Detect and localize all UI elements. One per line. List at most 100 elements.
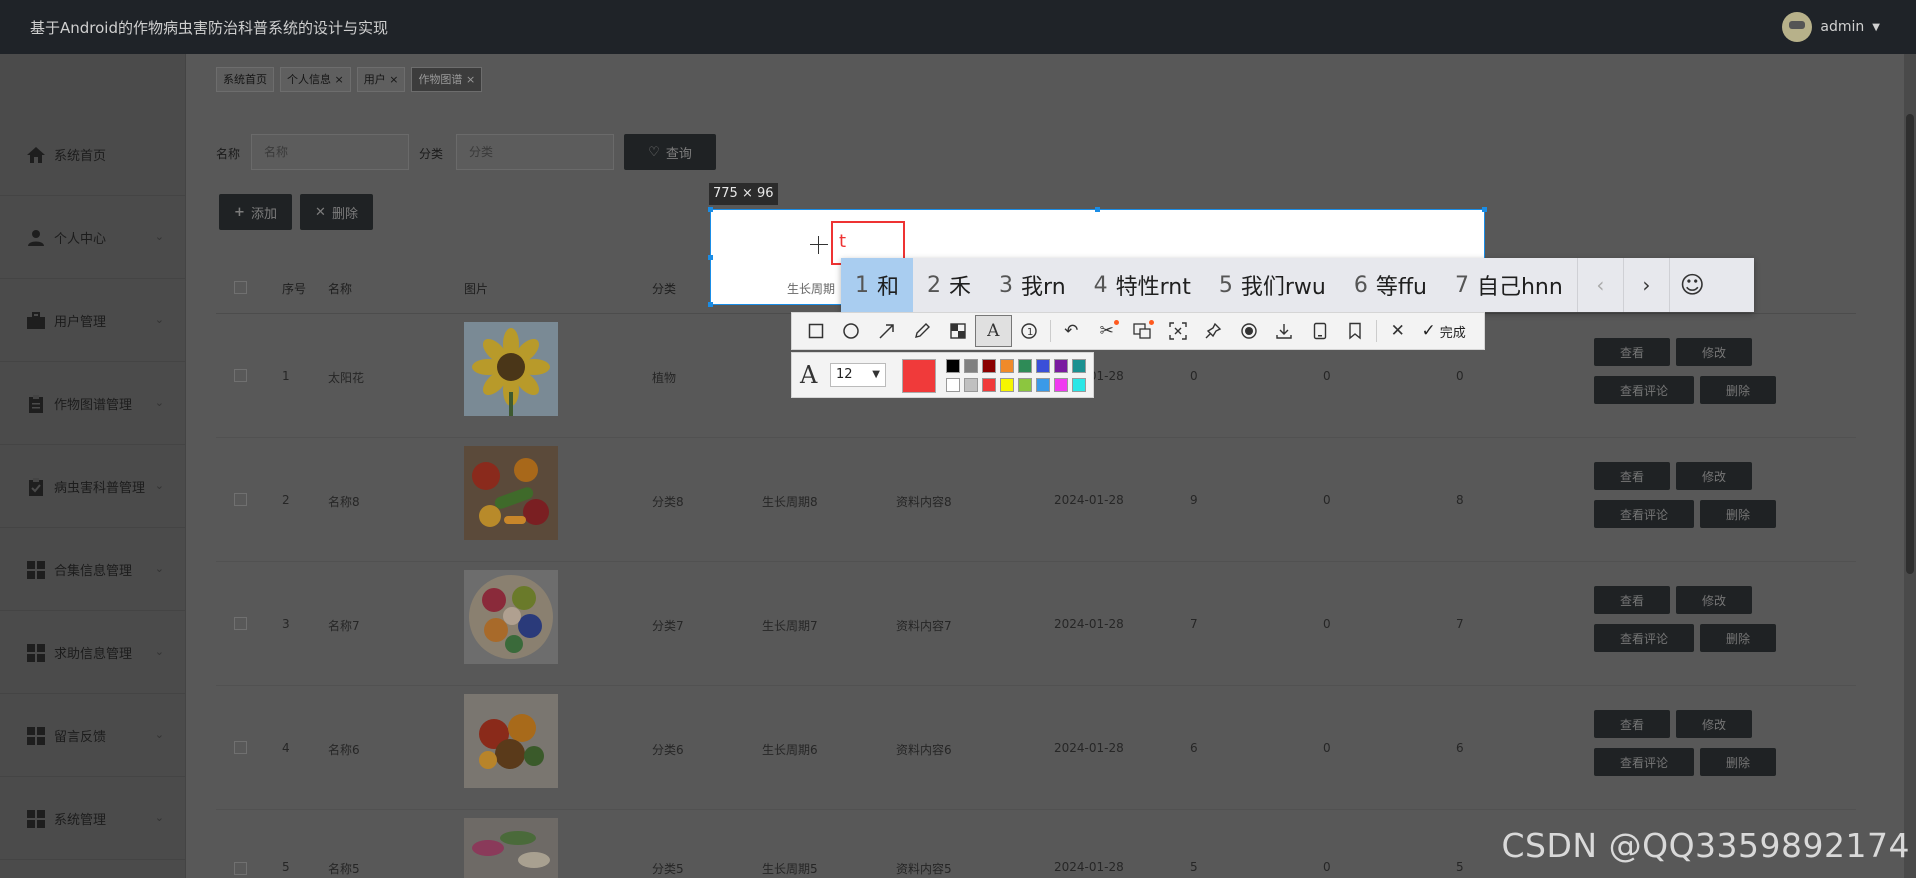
- sidebar-item-personal[interactable]: 个人中心 ⌄: [0, 197, 186, 279]
- view-comments-button[interactable]: 查看评论: [1594, 748, 1694, 776]
- select-all-checkbox[interactable]: [234, 281, 247, 294]
- resize-handle[interactable]: [1095, 207, 1100, 212]
- row-checkbox[interactable]: [234, 862, 247, 875]
- close-icon[interactable]: ×: [466, 73, 475, 86]
- ime-candidate[interactable]: 4 特性rnt: [1080, 258, 1205, 312]
- ellipse-icon[interactable]: [834, 316, 870, 346]
- scissors-icon[interactable]: ✂: [1089, 316, 1125, 346]
- number-icon[interactable]: 1: [1011, 316, 1047, 346]
- ocr-icon[interactable]: [1160, 316, 1196, 346]
- color-swatch[interactable]: [982, 359, 996, 373]
- translate-icon[interactable]: [1125, 316, 1161, 346]
- emoji-icon[interactable]: ☺: [1668, 258, 1715, 312]
- pin-icon[interactable]: [1196, 316, 1232, 346]
- view-comments-button[interactable]: 查看评论: [1594, 500, 1694, 528]
- color-swatch[interactable]: [1000, 378, 1014, 392]
- current-color-swatch[interactable]: [902, 359, 936, 393]
- close-icon[interactable]: ✕: [1380, 316, 1416, 346]
- color-swatch[interactable]: [946, 359, 960, 373]
- sidebar-item-feedback[interactable]: 留言反馈 ⌄: [0, 695, 186, 777]
- ime-next-icon[interactable]: ›: [1622, 258, 1669, 312]
- sidebar-item-crop-atlas[interactable]: 作物图谱管理 ⌄: [0, 363, 186, 445]
- user-menu[interactable]: admin ▼: [1782, 12, 1880, 42]
- add-button[interactable]: + 添加: [219, 194, 292, 230]
- row-checkbox[interactable]: [234, 369, 247, 382]
- color-swatch[interactable]: [1018, 378, 1032, 392]
- resize-handle[interactable]: [1482, 207, 1487, 212]
- sidebar-item-users[interactable]: 用户管理 ⌄: [0, 280, 186, 362]
- color-swatch[interactable]: [1036, 378, 1050, 392]
- caret-down-icon[interactable]: ▼: [1872, 22, 1880, 33]
- color-swatch[interactable]: [1054, 378, 1068, 392]
- view-comments-button[interactable]: 查看评论: [1594, 624, 1694, 652]
- view-button[interactable]: 查看: [1594, 710, 1670, 738]
- arrow-icon[interactable]: [869, 316, 905, 346]
- resize-handle[interactable]: [708, 255, 713, 260]
- color-swatch[interactable]: [964, 378, 978, 392]
- tab-personal-info[interactable]: 个人信息 ×: [280, 67, 351, 92]
- delete-row-button[interactable]: 删除: [1700, 500, 1776, 528]
- edit-button[interactable]: 修改: [1676, 338, 1752, 366]
- ime-candidate[interactable]: 6 等ffu: [1340, 258, 1441, 312]
- username[interactable]: admin: [1820, 19, 1864, 35]
- view-comments-button[interactable]: 查看评论: [1594, 376, 1694, 404]
- edit-button[interactable]: 修改: [1676, 586, 1752, 614]
- color-swatch[interactable]: [1072, 359, 1086, 373]
- color-swatch[interactable]: [1018, 359, 1032, 373]
- query-button[interactable]: ♡ 查询: [624, 134, 716, 170]
- row-checkbox[interactable]: [234, 741, 247, 754]
- delete-button[interactable]: ✕ 删除: [300, 194, 373, 230]
- done-button[interactable]: ✓ 完成: [1416, 321, 1466, 341]
- sidebar-item-help[interactable]: 求助信息管理 ⌄: [0, 612, 186, 694]
- color-swatch[interactable]: [982, 378, 996, 392]
- color-swatch[interactable]: [1072, 378, 1086, 392]
- tab-crop-atlas[interactable]: 作物图谱 ×: [411, 67, 483, 92]
- resize-handle[interactable]: [708, 302, 713, 307]
- tab-home[interactable]: 系统首页: [216, 67, 274, 92]
- ime-candidate[interactable]: 1和: [841, 258, 914, 312]
- bookmark-icon[interactable]: [1338, 316, 1374, 346]
- delete-row-button[interactable]: 删除: [1700, 748, 1776, 776]
- sidebar-item-home[interactable]: 系统首页: [0, 114, 186, 196]
- delete-row-button[interactable]: 删除: [1700, 624, 1776, 652]
- view-button[interactable]: 查看: [1594, 462, 1670, 490]
- close-icon[interactable]: ×: [335, 73, 344, 86]
- tab-users[interactable]: 用户 ×: [356, 67, 406, 92]
- record-icon[interactable]: [1231, 316, 1267, 346]
- row-checkbox[interactable]: [234, 493, 247, 506]
- ime-prev-icon[interactable]: ‹: [1576, 258, 1623, 312]
- scrollbar-thumb[interactable]: [1906, 114, 1914, 574]
- color-swatch[interactable]: [946, 378, 960, 392]
- row-checkbox[interactable]: [234, 617, 247, 630]
- ime-candidate[interactable]: 2禾: [913, 258, 985, 312]
- category-search-input[interactable]: 分类: [456, 134, 614, 170]
- ime-candidate[interactable]: 7 自己hnn: [1441, 258, 1577, 312]
- ime-candidate[interactable]: 3 我rn: [985, 258, 1080, 312]
- scrollbar[interactable]: [1904, 54, 1916, 878]
- sidebar-item-collection[interactable]: 合集信息管理 ⌄: [0, 529, 186, 611]
- color-swatch[interactable]: [1036, 359, 1050, 373]
- rectangle-icon[interactable]: [798, 316, 834, 346]
- pencil-icon[interactable]: [905, 316, 941, 346]
- text-icon[interactable]: A: [974, 315, 1012, 347]
- avatar[interactable]: [1782, 12, 1813, 42]
- color-swatch[interactable]: [964, 359, 978, 373]
- sidebar-item-pest-science[interactable]: 病虫害科普管理 ⌄: [0, 446, 186, 528]
- font-size-select[interactable]: 12: [830, 363, 886, 387]
- close-icon[interactable]: ×: [389, 73, 398, 86]
- edit-button[interactable]: 修改: [1676, 710, 1752, 738]
- edit-button[interactable]: 修改: [1676, 462, 1752, 490]
- sidebar-item-system[interactable]: 系统管理 ⌄: [0, 778, 186, 860]
- delete-row-button[interactable]: 删除: [1700, 376, 1776, 404]
- mosaic-icon[interactable]: [940, 316, 976, 346]
- view-button[interactable]: 查看: [1594, 586, 1670, 614]
- download-icon[interactable]: [1267, 316, 1303, 346]
- phone-icon[interactable]: [1302, 316, 1338, 346]
- view-button[interactable]: 查看: [1594, 338, 1670, 366]
- undo-icon[interactable]: ↶: [1054, 316, 1090, 346]
- color-swatch[interactable]: [1054, 359, 1068, 373]
- ime-candidate[interactable]: 5 我们rwu: [1205, 258, 1340, 312]
- color-swatch[interactable]: [1000, 359, 1014, 373]
- resize-handle[interactable]: [708, 207, 713, 212]
- name-search-input[interactable]: 名称: [251, 134, 409, 170]
